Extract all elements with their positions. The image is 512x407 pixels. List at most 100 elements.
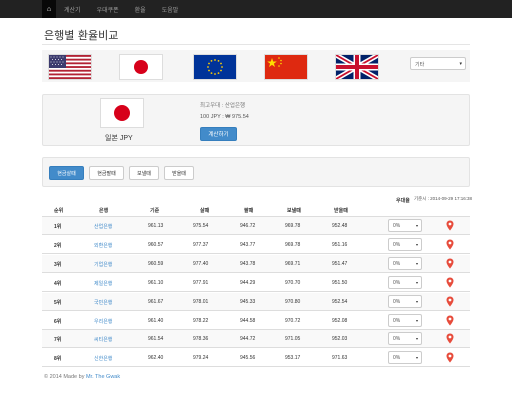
uk-flag[interactable] — [335, 54, 379, 80]
map-pin-icon[interactable] — [446, 220, 454, 231]
cell-bank[interactable]: 기업은행 — [94, 261, 112, 268]
china-flag[interactable] — [264, 54, 308, 80]
cell-bank[interactable]: 신한은행 — [94, 355, 112, 362]
cell-buy: 978.01 — [193, 298, 209, 305]
rate-timestamp: 기준시 : 2014-09-29 17:16:38 — [414, 196, 472, 201]
japan-flag-icon — [101, 99, 143, 127]
chevron-down-icon: ▾ — [415, 317, 418, 323]
selected-currency-panel: 일본 JPY 최고우대 : 산업은행 100 JPY : ₩ 975.54 계산… — [42, 94, 470, 146]
selected-currency-flag — [100, 98, 144, 128]
cell-sell: 944.72 — [240, 336, 256, 343]
map-pin-icon[interactable] — [446, 352, 454, 363]
home-icon[interactable]: ⌂ — [42, 0, 56, 18]
cell-bank[interactable]: 씨티은행 — [94, 336, 112, 343]
cell-rank: 4위 — [54, 280, 62, 287]
preferential-rate-select[interactable]: 0% ▾ — [388, 351, 422, 365]
preferential-rate-select[interactable]: 0% ▾ — [388, 275, 422, 289]
cell-buy: 977.40 — [193, 260, 209, 267]
cell-base: 961.13 — [148, 223, 164, 229]
nav-item-help[interactable]: 도움말 — [154, 0, 187, 18]
calculate-button[interactable]: 계산하기 — [200, 127, 237, 141]
cell-bank[interactable]: 국민은행 — [94, 299, 112, 306]
tab-send[interactable]: 보낼때 — [129, 166, 159, 180]
chevron-down-icon: ▾ — [415, 260, 418, 266]
preferential-rate-select[interactable]: 0% ▾ — [388, 294, 422, 308]
title-divider — [42, 44, 470, 45]
cell-sell: 945.33 — [240, 298, 256, 305]
currency-flag-bar: 기타 ▾ — [42, 50, 470, 82]
tab-cash-buy[interactable]: 현금살때 — [49, 166, 84, 180]
preferential-rate-value: 0% — [393, 279, 401, 286]
transaction-type-tabs: 현금살때 현금팔때 보낼때 받을때 — [42, 157, 470, 187]
cell-sell: 945.56 — [240, 355, 256, 362]
cell-send: 970.80 — [285, 298, 301, 305]
rate-table-header: 순위 은행 기준 살때 팔때 보낼때 받을때 우대율 — [42, 198, 470, 217]
eu-flag[interactable] — [193, 54, 237, 80]
cell-receive: 952.48 — [332, 223, 348, 229]
map-pin-icon[interactable] — [446, 315, 454, 326]
preferential-rate-select[interactable]: 0% ▾ — [388, 219, 422, 232]
other-currency-select[interactable]: 기타 ▾ — [410, 57, 466, 70]
map-pin-icon[interactable] — [446, 239, 454, 250]
cell-receive: 952.03 — [332, 336, 348, 343]
cell-receive: 952.54 — [332, 298, 348, 305]
nav-item-calculator[interactable]: 계산기 — [56, 0, 89, 18]
cell-rank: 6위 — [54, 318, 62, 325]
map-pin-icon[interactable] — [446, 277, 454, 288]
cell-rank: 1위 — [54, 224, 62, 230]
table-row: 2위 외환은행 960.57 977.37 943.77 969.78 951.16 0% ▾ — [42, 236, 470, 254]
tab-cash-sell[interactable]: 현금팔때 — [89, 166, 124, 180]
preferential-rate-value: 0% — [393, 355, 401, 362]
map-pin-icon[interactable] — [446, 258, 454, 269]
cell-buy: 979.24 — [193, 355, 209, 362]
cell-bank[interactable]: 외환은행 — [94, 242, 112, 249]
table-row: 8위 신한은행 962.40 979.24 945.56 953.17 971.63 0% ▾ — [42, 349, 470, 368]
us-flag[interactable] — [48, 54, 92, 80]
cell-rank: 2위 — [54, 242, 62, 249]
cell-buy: 978.22 — [193, 317, 209, 324]
cell-rank: 5위 — [54, 299, 62, 306]
japan-flag-icon — [120, 55, 162, 79]
china-flag-icon — [265, 55, 307, 79]
tab-receive[interactable]: 받을때 — [164, 166, 194, 180]
footer-text: © 2014 Made by — [44, 374, 86, 380]
cell-base: 960.59 — [148, 260, 164, 267]
cell-send: 969.78 — [285, 223, 301, 229]
preferential-rate-select[interactable]: 0% ▾ — [388, 313, 422, 327]
page-title: 은행별 환율비교 — [44, 29, 119, 42]
cell-buy: 977.37 — [193, 241, 209, 248]
preferential-rate-select[interactable]: 0% ▾ — [388, 237, 422, 251]
preferential-rate-value: 0% — [393, 260, 401, 267]
table-row: 3위 기업은행 960.59 977.40 943.78 969.71 951.47 0% ▾ — [42, 254, 470, 273]
cell-send: 970.72 — [285, 317, 301, 324]
map-pin-icon[interactable] — [446, 333, 454, 344]
nav-item-exchange-rate[interactable]: 환율 — [127, 0, 154, 18]
cell-send: 969.71 — [285, 260, 301, 267]
footer-author-link[interactable]: Mr. The Gwak — [86, 374, 120, 380]
cell-bank[interactable]: 제일은행 — [94, 280, 112, 287]
preferential-rate-select[interactable]: 0% ▾ — [388, 332, 422, 346]
chevron-down-icon: ▾ — [415, 355, 418, 361]
map-pin-icon[interactable] — [446, 296, 454, 307]
table-row: 6위 우리은행 961.40 978.22 944.58 970.72 952.08 0% ▾ — [42, 312, 470, 330]
eu-flag-icon — [194, 55, 236, 79]
preferential-rate-select[interactable]: 0% ▾ — [388, 256, 422, 270]
chevron-down-icon: ▾ — [415, 223, 418, 228]
preferential-rate-value: 0% — [393, 241, 401, 248]
header-sell: 팔때 — [244, 208, 254, 214]
nav-item-coupon[interactable]: 우대쿠폰 — [89, 0, 127, 18]
japan-flag[interactable] — [119, 54, 163, 80]
cell-bank[interactable]: 우리은행 — [94, 318, 112, 325]
top-navbar: ⌂ 계산기 우대쿠폰 환율 도움말 — [0, 0, 512, 18]
cell-sell: 944.58 — [240, 317, 256, 324]
cell-receive: 951.16 — [332, 241, 348, 248]
preferential-rate-value: 0% — [393, 336, 401, 343]
us-flag-icon — [49, 55, 91, 79]
cell-send: 969.78 — [285, 241, 301, 248]
footer: © 2014 Made by Mr. The Gwak — [44, 374, 120, 380]
cell-base: 961.67 — [148, 298, 164, 305]
cell-rank: 8위 — [54, 356, 62, 363]
preferential-rate-value: 0% — [393, 298, 401, 305]
cell-send: 953.17 — [285, 355, 301, 362]
cell-bank[interactable]: 산업은행 — [94, 223, 112, 230]
